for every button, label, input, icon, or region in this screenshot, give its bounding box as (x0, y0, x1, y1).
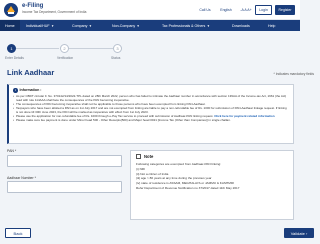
logo-subtitle: Income Tax Department, Government of Ind… (22, 10, 87, 14)
step-1-number: 1 (10, 46, 13, 51)
nav-item-help[interactable]: Help (268, 20, 275, 31)
login-button[interactable]: Login (255, 5, 272, 15)
information-heading-text: Information : (19, 88, 42, 93)
register-label: Register (278, 8, 292, 12)
info-icon: i (13, 88, 18, 93)
nav-item-tax-professionals[interactable]: Tax Professionals & Others ▼ (162, 20, 210, 31)
nav-help-label: Help (268, 23, 276, 28)
step-3-circle: 3 (113, 44, 122, 53)
call-us-label: Call Us (199, 8, 211, 12)
list-item: Taxpayers who have been allotted a PAN a… (13, 106, 289, 114)
back-button[interactable]: Back (5, 228, 31, 238)
note-heading-text: Note (144, 154, 154, 159)
register-button[interactable]: Register (275, 5, 295, 15)
nav-non-company-label: Non-Company (112, 23, 136, 28)
nav-item-downloads[interactable]: Downloads (232, 20, 250, 31)
nav-company-label: Company (72, 23, 88, 28)
login-label: Login (259, 8, 268, 12)
nav-tax-prof-label: Tax Professionals & Others (162, 23, 206, 28)
efiling-logo[interactable]: e-Filing Income Tax Department, Governme… (3, 2, 86, 18)
aadhaar-label: Aadhaar Number * (7, 175, 36, 180)
chevron-down-icon: ▼ (136, 23, 140, 28)
mandatory-note: * Indicates mandatory fields (273, 72, 315, 76)
nav-home-label: Home (5, 23, 15, 28)
chevron-down-icon: ▼ (51, 23, 55, 28)
nav-downloads-label: Downloads (232, 23, 250, 28)
chevron-down-icon: ▼ (206, 23, 210, 28)
nav-item-non-company[interactable]: Non-Company ▼ (112, 20, 140, 31)
information-heading: i Information : (13, 88, 289, 93)
language-select[interactable]: English (216, 5, 236, 15)
page-title: Link Aadhaar (7, 68, 55, 77)
step-3-number: 3 (116, 46, 119, 51)
main-nav: Home Individual/HUF ▼ Company ▼ Non-Compan… (0, 20, 300, 31)
note-line: Refer Department of Revenue Notification… (136, 185, 240, 190)
pan-label: PAN * (7, 149, 17, 153)
stepper-connector (16, 48, 59, 49)
font-size-controls[interactable]: -A A A+ (238, 5, 254, 15)
nav-item-home[interactable]: Home (0, 20, 20, 31)
language-label: English (220, 8, 232, 12)
step-3-label: Status (111, 56, 121, 60)
stepper-connector (69, 48, 113, 49)
back-label: Back (13, 230, 23, 236)
link-aadhaar-form: PAN * Aadhaar Number * (7, 149, 122, 193)
top-header: e-Filing Income Tax Department, Governme… (0, 0, 300, 20)
note-icon (136, 154, 141, 159)
step-2-label: Verification (57, 56, 74, 60)
nav-item-company[interactable]: Company ▼ (72, 20, 92, 31)
call-us-link[interactable]: Call Us (196, 5, 214, 15)
step-2-number: 2 (63, 46, 66, 51)
font-size-label: -A A A+ (240, 8, 252, 12)
note-panel: Note Following categories are exempted f… (130, 150, 294, 220)
step-1-label: Enter Details (5, 56, 24, 60)
list-item: Please make sure fee payment is done und… (13, 118, 289, 122)
list-item: As per CBDT circular F. No. 370142/14/20… (13, 94, 289, 102)
pan-input[interactable] (7, 154, 122, 167)
information-list: As per CBDT circular F. No. 370142/14/20… (13, 94, 289, 123)
logo-title: e-Filing (22, 3, 44, 9)
emblem-icon (4, 3, 18, 17)
nav-individual-label: Individual/HUF (26, 23, 50, 28)
chevron-down-icon: ▼ (88, 23, 92, 28)
aadhaar-input[interactable] (7, 181, 122, 193)
validate-label: Validate › (290, 230, 308, 236)
validate-button[interactable]: Validate › (284, 228, 314, 238)
step-1-circle: 1 (7, 44, 16, 53)
information-panel: i Information : As per CBDT circular F. … (7, 84, 294, 144)
note-heading: Note (136, 154, 288, 159)
nav-item-individual-huf[interactable]: Individual/HUF ▼ (26, 20, 54, 31)
step-2-circle: 2 (60, 44, 69, 53)
